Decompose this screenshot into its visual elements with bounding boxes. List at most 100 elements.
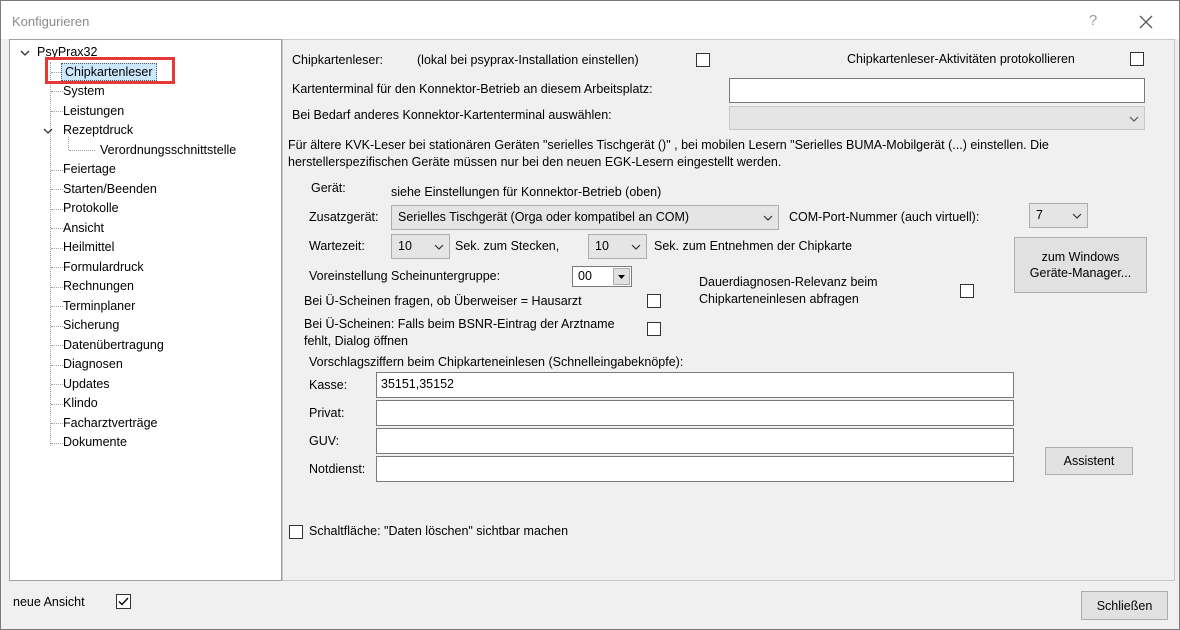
settings-tree: PsyPrax32 Chipkartenleser System Leistun… [9, 39, 282, 581]
tree-item-leistungen[interactable]: Leistungen [63, 104, 124, 118]
tree-item-terminplaner[interactable]: Terminplaner [63, 299, 135, 313]
chevron-down-icon [631, 241, 641, 251]
dauerdiagnosen-checkbox[interactable] [960, 284, 974, 298]
help-button[interactable]: ? [1083, 9, 1103, 33]
tree-connector [51, 326, 63, 327]
com-port-label: COM-Port-Nummer (auch virtuell): [789, 210, 980, 224]
schliessen-button[interactable]: Schließen [1081, 591, 1168, 620]
geraete-manager-button[interactable]: zum Windows Geräte-Manager... [1014, 237, 1147, 293]
tree-item-dokumente[interactable]: Dokumente [63, 435, 127, 449]
geraet-value: siehe Einstellungen für Konnektor-Betrie… [391, 185, 662, 199]
assistent-button[interactable]: Assistent [1045, 447, 1133, 475]
kartenterminal-label: Kartenterminal für den Konnektor-Betrieb… [292, 82, 653, 96]
tree-item-starten-beenden[interactable]: Starten/Beenden [63, 182, 157, 196]
tree-connector [51, 404, 63, 405]
chevron-down-icon [1072, 210, 1082, 220]
scheinuntergruppe-value: 00 [578, 269, 592, 283]
geraete-manager-line2: Geräte-Manager... [1029, 266, 1132, 280]
close-icon[interactable] [1133, 9, 1159, 35]
tree-connector [51, 306, 63, 307]
tree-connector [51, 365, 63, 366]
vorschlag-label: Vorschlagsziffern beim Chipkarteneinlese… [309, 355, 684, 369]
tree-item-rechnungen[interactable]: Rechnungen [63, 279, 134, 293]
ue-scheine-hausarzt-label: Bei Ü-Scheinen fragen, ob Überweiser = H… [304, 294, 582, 308]
tree-item-ansicht[interactable]: Ansicht [63, 221, 104, 235]
chipkartenleser-checkbox[interactable] [696, 53, 710, 67]
tree-connector [69, 150, 95, 151]
com-port-select[interactable]: 7 [1029, 203, 1088, 228]
tree-connector [68, 137, 69, 150]
notdienst-field[interactable] [376, 456, 1014, 482]
tree-connector [51, 423, 63, 424]
tree-connector [51, 267, 63, 268]
dauerdiagnosen-line1: Dauerdiagnosen-Relevanz beim [699, 275, 878, 289]
wartezeit-entnehmen-select[interactable]: 10 [588, 234, 647, 259]
zusatzgeraet-select[interactable]: Serielles Tischgerät (Orga oder kompatib… [391, 205, 779, 230]
wartezeit-stecken-select[interactable]: 10 [391, 234, 450, 259]
tree-item-heilmittel[interactable]: Heilmittel [63, 240, 114, 254]
guv-field[interactable] [376, 428, 1014, 454]
tree-item-facharztvertraege[interactable]: Facharztverträge [63, 416, 157, 430]
protokollieren-checkbox[interactable] [1130, 52, 1144, 66]
sek-stecken-label: Sek. zum Stecken, [455, 239, 560, 253]
tree-connector [51, 248, 63, 249]
wartezeit-entnehmen-value: 10 [595, 239, 609, 253]
tree-item-verordnungsschnittstelle[interactable]: Verordnungsschnittstelle [100, 143, 236, 157]
tree-item-sicherung[interactable]: Sicherung [63, 318, 119, 332]
geraet-label: Gerät: [311, 181, 346, 195]
chipkartenleser-label: Chipkartenleser: [292, 53, 384, 67]
bei-bedarf-label: Bei Bedarf anderes Konnektor-Kartentermi… [292, 108, 612, 122]
chevron-down-icon[interactable] [42, 125, 54, 137]
dropdown-arrow-icon [613, 268, 630, 285]
info-text-line1: Für ältere KVK-Leser bei stationären Ger… [288, 138, 1049, 152]
konnektor-terminal-select[interactable] [729, 106, 1145, 130]
daten-loeschen-checkbox[interactable] [289, 525, 303, 539]
tree-connector [51, 287, 63, 288]
wartezeit-stecken-value: 10 [398, 239, 412, 253]
ue-scheine-hausarzt-checkbox[interactable] [647, 294, 661, 308]
kasse-field[interactable]: 35151,35152 [376, 372, 1014, 398]
checkmark-icon [118, 597, 129, 606]
tree-item-updates[interactable]: Updates [63, 377, 110, 391]
privat-label: Privat: [309, 406, 345, 420]
ue-scheine-bsnr-line1: Bei Ü-Scheinen: Falls beim BSNR-Eintrag … [304, 317, 615, 331]
tree-item-klindo[interactable]: Klindo [63, 396, 98, 410]
ue-scheine-bsnr-line2: fehlt, Dialog öffnen [304, 334, 409, 348]
zusatzgeraet-value: Serielles Tischgerät (Orga oder kompatib… [398, 210, 690, 224]
configure-window: Konfigurieren ? PsyPrax32 Chipkartenlese… [0, 0, 1180, 630]
tree-connector [51, 345, 63, 346]
tree-item-system[interactable]: System [63, 84, 105, 98]
tree-connector [51, 228, 63, 229]
tree-connector [51, 189, 63, 190]
tree-item-feiertage[interactable]: Feiertage [63, 162, 116, 176]
tree-root[interactable]: PsyPrax32 [37, 45, 97, 59]
tree-item-chipkartenleser[interactable]: Chipkartenleser [61, 63, 157, 81]
daten-loeschen-label: Schaltfläche: "Daten löschen" sichtbar m… [309, 524, 569, 538]
privat-field[interactable] [376, 400, 1014, 426]
tree-connector [51, 91, 63, 92]
protokollieren-label: Chipkartenleser-Aktivitäten protokollier… [847, 52, 1075, 66]
tree-item-formulardruck[interactable]: Formulardruck [63, 260, 144, 274]
settings-content: Chipkartenleser: (lokal bei psyprax-Inst… [282, 39, 1175, 581]
notdienst-label: Notdienst: [309, 462, 366, 476]
tree-connector [51, 111, 63, 112]
tree-item-protokolle[interactable]: Protokolle [63, 201, 119, 215]
chevron-down-icon[interactable] [19, 47, 31, 59]
scheinuntergruppe-select[interactable]: 00 [572, 266, 632, 287]
kartenterminal-field[interactable] [729, 78, 1145, 103]
tree-item-datenuebertragung[interactable]: Datenübertragung [63, 338, 164, 352]
title-bar: Konfigurieren ? [1, 1, 1179, 39]
ue-scheine-bsnr-checkbox[interactable] [647, 322, 661, 336]
sek-entnehmen-label: Sek. zum Entnehmen der Chipkarte [654, 239, 853, 253]
guv-label: GUV: [309, 434, 340, 448]
chevron-down-icon [434, 241, 444, 251]
tree-item-rezeptdruck[interactable]: Rezeptdruck [63, 123, 133, 137]
geraete-manager-line1: zum Windows [1041, 250, 1120, 264]
tree-connector [50, 62, 51, 446]
neue-ansicht-checkbox[interactable] [116, 594, 131, 609]
tree-connector [51, 443, 63, 444]
tree-item-diagnosen[interactable]: Diagnosen [63, 357, 123, 371]
chevron-down-icon [763, 212, 773, 222]
tree-connector [51, 170, 63, 171]
window-title: Konfigurieren [12, 14, 90, 29]
